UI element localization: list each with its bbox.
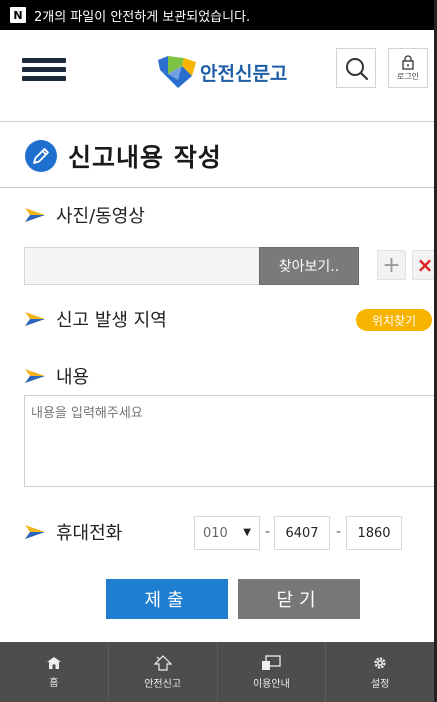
- pencil-icon: [25, 140, 57, 172]
- add-file-button[interactable]: +: [377, 250, 406, 280]
- photo-section-label: 사진/동영상: [24, 202, 145, 228]
- phone-dash: -: [336, 524, 342, 540]
- nav-item-report[interactable]: 안전신고: [109, 642, 218, 702]
- guide-icon: [262, 654, 282, 670]
- file-path-field[interactable]: [24, 247, 260, 285]
- chevron-bullet-icon: [25, 208, 45, 222]
- shield-logo-icon: [158, 56, 196, 88]
- search-button[interactable]: [336, 48, 376, 88]
- location-section-label: 신고 발생 지역: [24, 306, 167, 332]
- phone-last-input[interactable]: 1860: [346, 516, 402, 550]
- app-header: 안전신문고 로그인: [0, 30, 434, 122]
- logo-text: 안전신문고: [200, 62, 288, 85]
- app-logo[interactable]: 안전신문고: [154, 52, 287, 92]
- gear-icon: [374, 656, 386, 669]
- phone-dash: -: [265, 524, 271, 540]
- status-message: 2개의 파일이 안전하게 보관되었습니다.: [34, 9, 251, 25]
- phone-prefix-select[interactable]: 010 ▼: [194, 516, 260, 550]
- remove-file-button[interactable]: ×: [412, 250, 434, 280]
- page-title: 신고내용 작성: [68, 143, 222, 172]
- phone-prefix-value: 010: [203, 525, 228, 541]
- nav-item-home[interactable]: 홈: [0, 642, 109, 702]
- content-textarea[interactable]: [24, 395, 434, 487]
- app-screen: N 2개의 파일이 안전하게 보관되었습니다. 안전신문고 로그인 신고내용 작…: [0, 0, 437, 702]
- report-icon: [153, 654, 172, 671]
- lock-icon: [402, 54, 414, 70]
- status-bar: N 2개의 파일이 안전하게 보관되었습니다.: [0, 0, 434, 30]
- login-label: 로그인: [396, 71, 420, 81]
- phone-middle-input[interactable]: 6407: [274, 516, 330, 550]
- home-icon: [46, 656, 61, 669]
- browse-button[interactable]: 찾아보기..: [259, 247, 359, 285]
- bottom-nav: 홈 안전신고 이용안내 설정: [0, 642, 434, 702]
- nav-item-settings[interactable]: 설정: [326, 642, 434, 702]
- notification-badge: N: [10, 7, 26, 23]
- hamburger-menu-icon[interactable]: [22, 52, 66, 88]
- chevron-bullet-icon: [25, 525, 45, 539]
- close-button[interactable]: 닫기: [238, 579, 360, 619]
- dropdown-arrow-icon: ▼: [243, 527, 251, 538]
- title-divider: [0, 187, 434, 188]
- report-form: 신고내용 작성 사진/동영상 찾아보기.. + × 신고 발생 지역 위치찾기: [0, 122, 434, 642]
- login-button[interactable]: 로그인: [388, 48, 428, 88]
- page-title-row: 신고내용 작성: [24, 138, 222, 174]
- nav-item-guide[interactable]: 이용안내: [218, 642, 327, 702]
- phone-section-label: 휴대전화: [24, 519, 122, 545]
- chevron-bullet-icon: [25, 369, 45, 383]
- chevron-bullet-icon: [25, 312, 45, 326]
- search-icon: [346, 58, 369, 81]
- content-section-label: 내용: [24, 363, 89, 389]
- submit-button[interactable]: 제출: [106, 579, 228, 619]
- find-location-button[interactable]: 위치찾기: [356, 309, 432, 331]
